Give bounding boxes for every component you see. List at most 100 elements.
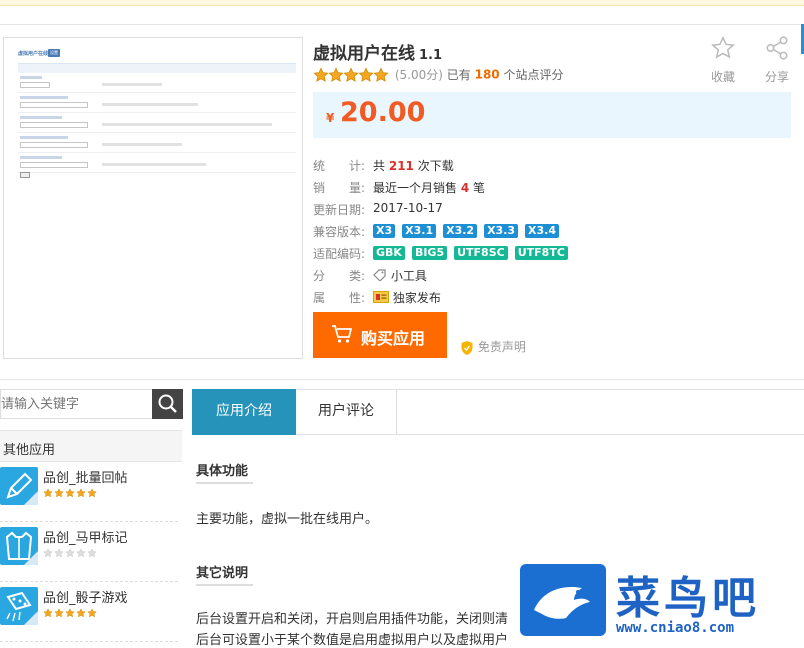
section-title-features: 具体功能 <box>196 460 253 484</box>
shield-icon <box>461 340 473 355</box>
rating-count: 180 <box>474 67 500 82</box>
tab-app-intro[interactable]: 应用介绍 <box>192 389 296 435</box>
product-version: 1.1 <box>419 48 443 63</box>
exclusive-badge-icon <box>373 291 389 303</box>
app-name[interactable]: 品创_骰子游戏 <box>43 587 128 606</box>
app-stars <box>43 607 98 621</box>
notes-line-1: 后台设置开启和关闭，开启则启用插件功能，关闭则清 <box>196 612 509 627</box>
app-stars <box>43 547 98 561</box>
stat-encoding: 适配编码: GBK BIG5 UTF8SC UTF8TC <box>313 245 793 263</box>
other-app-item[interactable]: 品创_批量回帖 <box>0 462 178 522</box>
stat-text: 共 <box>373 159 386 173</box>
rating: (5.00分) 已有 180 个站点评分 <box>313 66 564 84</box>
share-icon <box>766 36 788 60</box>
compat-version-tag: X3.4 <box>525 224 560 238</box>
app-star-icon <box>65 547 75 558</box>
section-title-notes: 其它说明 <box>196 562 253 586</box>
app-star-icon <box>54 487 64 498</box>
stat-text: 次下载 <box>417 159 454 173</box>
app-star-icon <box>54 607 64 618</box>
thumb-bar <box>18 63 296 73</box>
compat-version-tag: X3.1 <box>402 224 437 238</box>
category-link[interactable]: 小工具 <box>373 267 427 284</box>
share-button[interactable]: 分享 <box>760 35 794 85</box>
stat-label: 兼容版本: <box>313 225 366 239</box>
thumb-row <box>18 156 296 174</box>
product-name: 虚拟用户在线 <box>313 44 415 64</box>
title-underline <box>196 482 253 484</box>
star-outline-icon <box>711 35 735 59</box>
search-box <box>0 389 183 419</box>
download-count: 211 <box>388 159 414 173</box>
title-underline <box>196 584 253 586</box>
encoding-tag: UTF8TC <box>514 246 568 260</box>
stat-downloads: 统 计: 共 211 次下载 <box>313 157 793 175</box>
notes-line-2: 后台可设置小于某个数值是启用虚拟用户以及虚拟用户 <box>196 633 509 648</box>
disclaimer-label: 免责声明 <box>477 340 526 354</box>
app-star-icon <box>43 607 53 618</box>
rating-star-icon <box>328 66 344 83</box>
rating-stars <box>313 66 389 83</box>
search-button[interactable] <box>152 389 183 419</box>
stat-compat: 兼容版本: X3 X3.1 X3.2 X3.3 X3.4 <box>313 223 793 241</box>
price-amount: 20.00 <box>340 97 426 128</box>
stat-label: 销 量: <box>313 181 366 195</box>
thumb-badge: 设置 <box>48 49 60 57</box>
watermark-url: www.cniao8.com <box>616 620 735 636</box>
features-text: 主要功能，虚拟一批在线用户。 <box>196 512 379 527</box>
compat-version-tag: X3.3 <box>484 224 519 238</box>
stat-label: 统 计: <box>313 159 366 173</box>
disclaimer-link[interactable]: 免责声明 <box>460 338 526 356</box>
encoding-tag: UTF8SC <box>454 246 508 260</box>
app-star-icon <box>87 607 97 618</box>
compat-version-tag: X3 <box>373 224 396 238</box>
notice-bar <box>0 0 804 6</box>
app-star-icon <box>43 487 53 498</box>
app-star-icon <box>87 487 97 498</box>
buy-button[interactable]: 购买应用 <box>313 312 447 358</box>
content-tabs: 应用介绍 用户评论 <box>192 389 804 435</box>
app-star-icon <box>87 547 97 558</box>
stat-label: 分 类: <box>313 269 366 283</box>
stat-text: 最近一个月销售 <box>373 181 458 195</box>
compat-tags: X3 X3.1 X3.2 X3.3 X3.4 <box>373 223 566 238</box>
product-screenshot[interactable]: 虚拟用户在线 设置 <box>3 37 303 359</box>
favorite-button[interactable]: 收藏 <box>706 35 740 85</box>
watermark: 菜鸟吧 www.cniao8.com <box>518 560 804 648</box>
tab-user-reviews[interactable]: 用户评论 <box>296 389 397 435</box>
other-app-item[interactable]: 品创_骰子游戏 <box>0 582 178 642</box>
buy-label: 购买应用 <box>361 329 426 348</box>
app-star-icon <box>76 487 86 498</box>
encoding-tag: GBK <box>373 246 405 260</box>
category-name: 小工具 <box>390 269 427 283</box>
dice-app-icon <box>0 587 38 625</box>
tag-icon <box>373 269 386 282</box>
pencil-app-icon <box>0 467 38 505</box>
thumb-title: 虚拟用户在线 <box>18 51 49 57</box>
stat-updated: 更新日期: 2017-10-17 <box>313 201 793 219</box>
app-stars <box>43 487 98 501</box>
encoding-tag: BIG5 <box>411 246 448 260</box>
app-star-icon <box>65 607 75 618</box>
stat-text: 笔 <box>473 181 486 195</box>
stat-attribute: 属 性: 独家发布 <box>313 289 793 307</box>
price-box: ¥ 20.00 <box>313 92 791 138</box>
search-input[interactable] <box>1 390 153 418</box>
rating-score: (5.00分) <box>394 68 443 82</box>
section-title-text: 其它说明 <box>196 566 249 581</box>
rating-prefix: 已有 <box>446 68 471 82</box>
thumb-row <box>18 96 296 114</box>
app-star-icon <box>76 607 86 618</box>
app-star-icon <box>54 547 64 558</box>
currency-symbol: ¥ <box>326 111 335 125</box>
app-name[interactable]: 品创_马甲标记 <box>43 527 128 546</box>
rating-star-icon <box>373 66 389 83</box>
other-app-item[interactable]: 品创_马甲标记 <box>0 522 178 582</box>
stat-label: 属 性: <box>313 291 366 305</box>
thumb-submit <box>20 172 30 178</box>
thumb-row <box>18 136 296 154</box>
section-title-text: 具体功能 <box>196 464 249 479</box>
other-apps-heading: 其他应用 <box>0 430 182 462</box>
watermark-brand: 菜鸟吧 <box>616 573 760 624</box>
app-name[interactable]: 品创_批量回帖 <box>43 467 128 486</box>
